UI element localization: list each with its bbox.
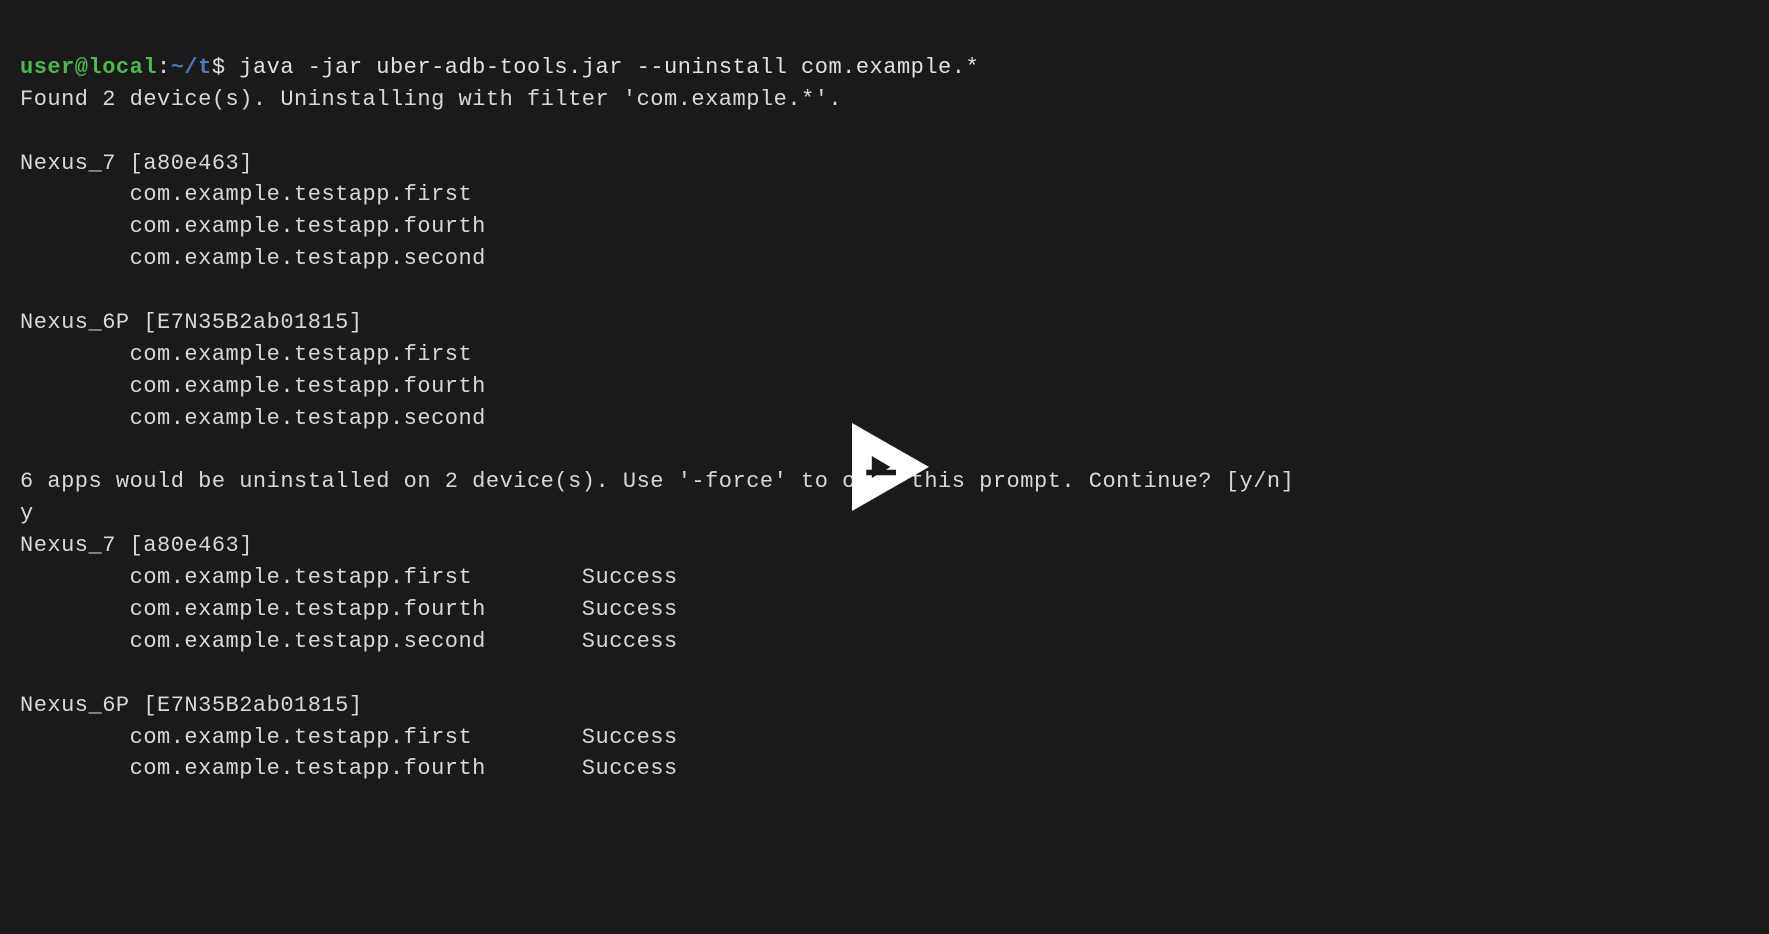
device2-package: com.example.testapp.fourth [130,374,486,399]
device1-package: com.example.testapp.fourth [130,214,486,239]
confirm-prompt: 6 apps would be uninstalled on 2 device(… [20,469,1294,494]
user-answer: y [20,501,34,526]
device1-package: com.example.testapp.second [130,246,486,271]
result2-package-status: com.example.testapp.fourth Success [130,756,678,781]
command-text: java -jar uber-adb-tools.jar --uninstall… [239,55,979,80]
terminal-output: user@local:~/t$ java -jar uber-adb-tools… [20,20,1749,785]
result1-package-status: com.example.testapp.fourth Success [130,597,678,622]
device2-package: com.example.testapp.first [130,342,473,367]
result1-package-status: com.example.testapp.second Success [130,629,678,654]
prompt-colon: : [157,55,171,80]
result1-package-status: com.example.testapp.first Success [130,565,678,590]
prompt-user: user@local [20,55,157,80]
prompt-path: ~/t [171,55,212,80]
prompt-dollar: $ [212,55,226,80]
device1-header: Nexus_7 [a80e463] [20,151,253,176]
device2-package: com.example.testapp.second [130,406,486,431]
result2-package-status: com.example.testapp.first Success [130,725,678,750]
result1-header: Nexus_7 [a80e463] [20,533,253,558]
device1-package: com.example.testapp.first [130,182,473,207]
play-icon [830,412,940,522]
result2-header: Nexus_6P [E7N35B2ab01815] [20,693,363,718]
found-devices-line: Found 2 device(s). Uninstalling with fil… [20,87,842,112]
play-button[interactable] [830,412,940,522]
device2-header: Nexus_6P [E7N35B2ab01815] [20,310,363,335]
